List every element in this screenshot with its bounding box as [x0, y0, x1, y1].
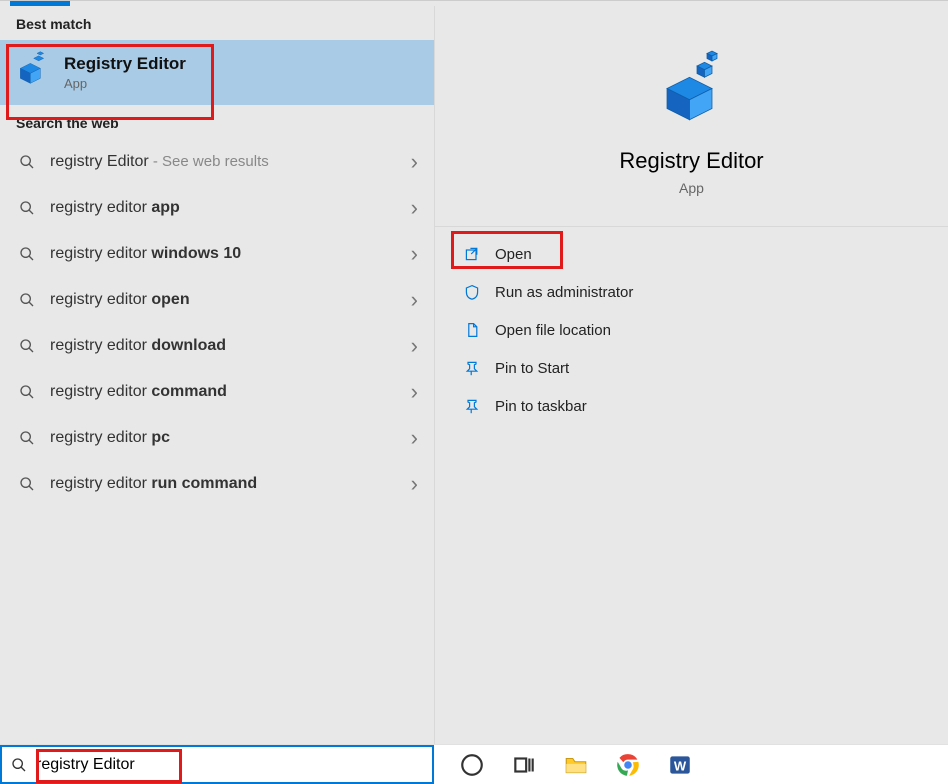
taskbar-search-box[interactable] [0, 745, 434, 784]
web-result-row[interactable]: registry editor run command › [0, 461, 434, 507]
action-run-admin[interactable]: Run as administrator [435, 273, 948, 311]
file-icon [463, 321, 481, 339]
web-result-text: registry Editor - See web results [50, 153, 269, 171]
search-web-label: Search the web [0, 105, 434, 139]
web-result-row[interactable]: registry editor open › [0, 277, 434, 323]
details-title: Registry Editor [619, 148, 763, 174]
web-result-row[interactable]: registry Editor - See web results › [0, 139, 434, 185]
search-icon [18, 245, 36, 263]
web-result-row[interactable]: registry editor app › [0, 185, 434, 231]
results-pane: Best match Registry Editor App [0, 6, 434, 744]
details-hero: Registry Editor App [435, 6, 948, 227]
taskbar: W [0, 744, 948, 784]
action-open-loc[interactable]: Open file location [435, 311, 948, 349]
search-icon [10, 756, 28, 774]
best-match-label: Best match [0, 6, 434, 40]
web-result-text: registry editor command [50, 383, 227, 401]
action-pin-task[interactable]: Pin to taskbar [435, 387, 948, 425]
search-icon [18, 199, 36, 217]
chevron-right-icon: › [411, 287, 418, 313]
task-view-icon[interactable] [510, 751, 538, 779]
action-label: Run as administrator [495, 284, 633, 301]
best-match-title: Registry Editor [64, 54, 186, 74]
action-label: Open file location [495, 322, 611, 339]
regedit-icon [12, 50, 52, 95]
file-explorer-icon[interactable] [562, 751, 590, 779]
details-subtitle: App [679, 180, 704, 196]
action-label: Pin to taskbar [495, 398, 587, 415]
search-icon [18, 291, 36, 309]
details-pane: Registry Editor App Open Run as administr… [434, 6, 948, 744]
svg-text:W: W [674, 758, 687, 773]
action-pin-start[interactable]: Pin to Start [435, 349, 948, 387]
web-result-text: registry editor open [50, 291, 190, 309]
chevron-right-icon: › [411, 195, 418, 221]
action-open[interactable]: Open [435, 235, 948, 273]
chevron-right-icon: › [411, 471, 418, 497]
regedit-large-icon [652, 46, 732, 126]
action-label: Pin to Start [495, 360, 569, 377]
web-result-text: registry editor run command [50, 475, 257, 493]
open-icon [463, 245, 481, 263]
search-icon [18, 429, 36, 447]
best-match-subtitle: App [64, 76, 186, 91]
web-result-row[interactable]: registry editor windows 10 › [0, 231, 434, 277]
chevron-right-icon: › [411, 149, 418, 175]
best-match-result[interactable]: Registry Editor App [0, 40, 434, 105]
chrome-icon[interactable] [614, 751, 642, 779]
search-icon [18, 383, 36, 401]
cortana-icon[interactable] [458, 751, 486, 779]
pin-icon [463, 397, 481, 415]
web-result-row[interactable]: registry editor command › [0, 369, 434, 415]
web-result-text: registry editor download [50, 337, 226, 355]
web-result-row[interactable]: registry editor pc › [0, 415, 434, 461]
search-icon [18, 153, 36, 171]
web-result-text: registry editor pc [50, 429, 170, 447]
chevron-right-icon: › [411, 425, 418, 451]
web-result-text: registry editor app [50, 199, 180, 217]
search-icon [18, 337, 36, 355]
chevron-right-icon: › [411, 333, 418, 359]
web-results-list: registry Editor - See web results›regist… [0, 139, 434, 507]
web-result-row[interactable]: registry editor download › [0, 323, 434, 369]
pin-icon [463, 359, 481, 377]
action-label: Open [495, 246, 532, 263]
taskbar-icons: W [434, 745, 948, 784]
shield-icon [463, 283, 481, 301]
details-actions: Open Run as administrator Open file locati… [435, 227, 948, 425]
chevron-right-icon: › [411, 379, 418, 405]
web-result-text: registry editor windows 10 [50, 245, 241, 263]
search-icon [18, 475, 36, 493]
chevron-right-icon: › [411, 241, 418, 267]
search-input[interactable] [36, 756, 424, 774]
word-icon[interactable]: W [666, 751, 694, 779]
